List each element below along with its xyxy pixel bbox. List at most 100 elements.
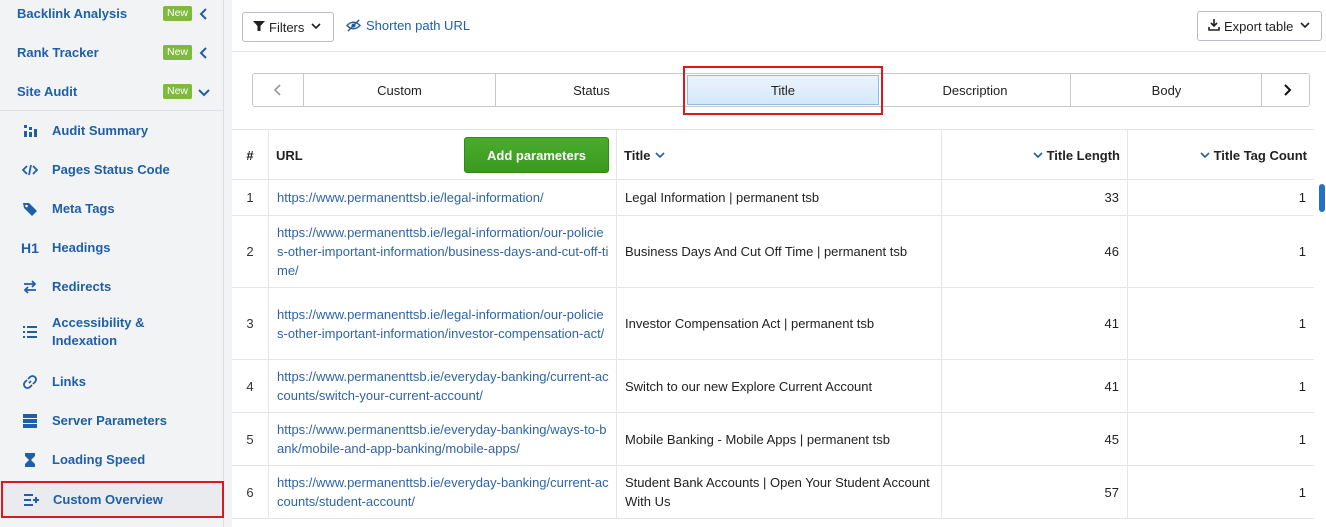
table-row: 1 https://www.permanenttsb.ie/legal-info… (232, 180, 1314, 216)
filter-funnel-icon (253, 20, 265, 35)
chevron-down-icon (1299, 19, 1311, 34)
row-title-length: 57 (942, 466, 1128, 518)
hourglass-icon (21, 451, 39, 469)
row-index: 6 (232, 466, 269, 518)
nav-site-audit[interactable]: Site Audit New (0, 72, 224, 111)
link-icon (21, 373, 39, 391)
row-title-tag-count: 1 (1298, 244, 1306, 259)
list-icon (21, 323, 39, 341)
h1-icon: H1 (21, 239, 39, 256)
new-badge: New (163, 6, 193, 21)
row-title-length: 46 (942, 216, 1128, 287)
chevron-left-icon[interactable] (198, 46, 210, 60)
table-row: 4 https://www.permanenttsb.ie/everyday-b… (232, 360, 1314, 413)
header-title-length[interactable]: Title Length (942, 130, 1128, 180)
sidebar-item-links[interactable]: Links (0, 362, 224, 401)
row-title: Student Bank Accounts | Open Your Studen… (617, 466, 942, 518)
shorten-label: Shorten path URL (366, 18, 471, 33)
export-table-button[interactable]: Export table (1197, 11, 1322, 41)
chevron-left-icon (273, 84, 281, 96)
row-index: 5 (232, 413, 269, 465)
sidebar-item-label: Accessibility & Indexation (52, 314, 145, 350)
sidebar-item-label: Headings (52, 239, 111, 255)
sort-chevron-down-icon (654, 152, 665, 159)
download-icon (1208, 18, 1220, 34)
sidebar-item-server-parameters[interactable]: Server Parameters (0, 401, 224, 440)
sidebar-item-label: Loading Speed (52, 451, 146, 467)
chevron-down-icon (310, 20, 322, 35)
chevron-down-icon[interactable] (198, 85, 210, 99)
shorten-path-url-toggle[interactable]: Shorten path URL (346, 18, 470, 33)
table-row: 6 https://www.permanenttsb.ie/everyday-b… (232, 466, 1314, 519)
add-parameters-button[interactable]: Add parameters (464, 137, 609, 173)
row-title: Investor Compensation Act | permanent ts… (617, 288, 942, 359)
audit-summary-icon (21, 122, 39, 140)
chevron-left-icon[interactable] (198, 7, 210, 21)
header-title-tag-count[interactable]: Title Tag Count (1128, 130, 1314, 180)
sidebar-item-label: Redirects (52, 278, 112, 294)
filters-button[interactable]: Filters (242, 12, 334, 42)
row-title-tag-count: 1 (1298, 378, 1306, 394)
sidebar-item-custom-overview[interactable]: Custom Overview (1, 481, 224, 518)
header-title[interactable]: Title (617, 130, 942, 180)
sidebar: Backlink Analysis New Rank Tracker New S… (0, 0, 224, 527)
row-title-tag-count: 1 (1298, 316, 1306, 331)
nav-label: Backlink Analysis (17, 6, 128, 21)
sidebar-item-accessibility-indexation[interactable]: Accessibility & Indexation (0, 306, 224, 358)
sidebar-item-loading-speed[interactable]: Loading Speed (0, 440, 224, 479)
table-row: 2 https://www.permanenttsb.ie/legal-info… (232, 216, 1314, 288)
new-badge: New (163, 45, 193, 60)
row-title-length: 33 (942, 180, 1128, 215)
label-line-2: Indexation (52, 333, 118, 348)
row-title-tag-count: 1 (1298, 431, 1306, 447)
sidebar-item-label: Custom Overview (53, 491, 163, 507)
sidebar-item-pages-status-code[interactable]: Pages Status Code (0, 150, 224, 189)
nav-rank-tracker[interactable]: Rank Tracker New (0, 33, 224, 72)
nav-backlink-analysis[interactable]: Backlink Analysis New (0, 0, 224, 33)
tab-body[interactable]: Body (1070, 74, 1262, 106)
row-url-link[interactable]: https://www.permanenttsb.ie/everyday-ban… (269, 466, 617, 518)
row-url-link[interactable]: https://www.permanenttsb.ie/everyday-ban… (269, 413, 617, 465)
tab-custom[interactable]: Custom (303, 74, 495, 106)
row-index: 1 (232, 180, 269, 215)
sidebar-item-headings[interactable]: H1 Headings (0, 228, 224, 267)
export-label: Export table (1224, 18, 1294, 34)
row-url-link[interactable]: https://www.permanenttsb.ie/legal-inform… (269, 288, 617, 359)
row-index: 4 (232, 360, 269, 412)
tab-status[interactable]: Status (495, 74, 687, 106)
row-index: 3 (232, 288, 269, 359)
row-url-link[interactable]: https://www.permanenttsb.ie/legal-inform… (269, 216, 617, 287)
row-title-length: 41 (942, 288, 1128, 359)
row-title: Legal Information | permanent tsb (617, 180, 942, 215)
row-url-link[interactable]: https://www.permanenttsb.ie/legal-inform… (269, 180, 617, 215)
sidebar-item-redirects[interactable]: Redirects (0, 267, 224, 306)
sort-chevron-down-icon (1200, 152, 1210, 159)
custom-list-plus-icon (22, 491, 40, 509)
server-icon (21, 412, 39, 430)
row-title: Switch to our new Explore Current Accoun… (617, 360, 942, 412)
sidebar-item-label: Audit Summary (52, 122, 149, 138)
vertical-scrollbar-thumb[interactable] (1319, 184, 1325, 212)
sidebar-item-label: Links (52, 373, 86, 389)
tabs-prev-button[interactable] (253, 74, 303, 106)
tab-description[interactable]: Description (879, 74, 1071, 106)
header-title-label: Title (624, 147, 651, 163)
header-url-label: URL (276, 147, 303, 163)
row-title: Mobile Banking - Mobile Apps | permanent… (617, 413, 942, 465)
column-group-tabs: Custom Status Title Description Body (252, 73, 1310, 107)
row-index: 2 (232, 216, 269, 287)
sidebar-item-meta-tags[interactable]: Meta Tags (0, 189, 224, 228)
row-title: Business Days And Cut Off Time | permane… (617, 216, 942, 287)
tabs-next-button[interactable] (1261, 74, 1311, 106)
sidebar-item-audit-summary[interactable]: Audit Summary (0, 111, 224, 150)
tab-title[interactable]: Title (687, 75, 879, 105)
row-title-length: 45 (942, 413, 1128, 465)
main-panel: Filters Shorten path URL Export table Cu… (232, 0, 1326, 527)
nav-label: Rank Tracker (17, 45, 99, 60)
eye-slash-icon (346, 19, 361, 32)
new-badge: New (163, 84, 193, 99)
sidebar-item-label: Pages Status Code (52, 161, 170, 177)
code-icon (21, 161, 39, 179)
header-index: # (232, 130, 269, 180)
row-url-link[interactable]: https://www.permanenttsb.ie/everyday-ban… (269, 360, 617, 412)
